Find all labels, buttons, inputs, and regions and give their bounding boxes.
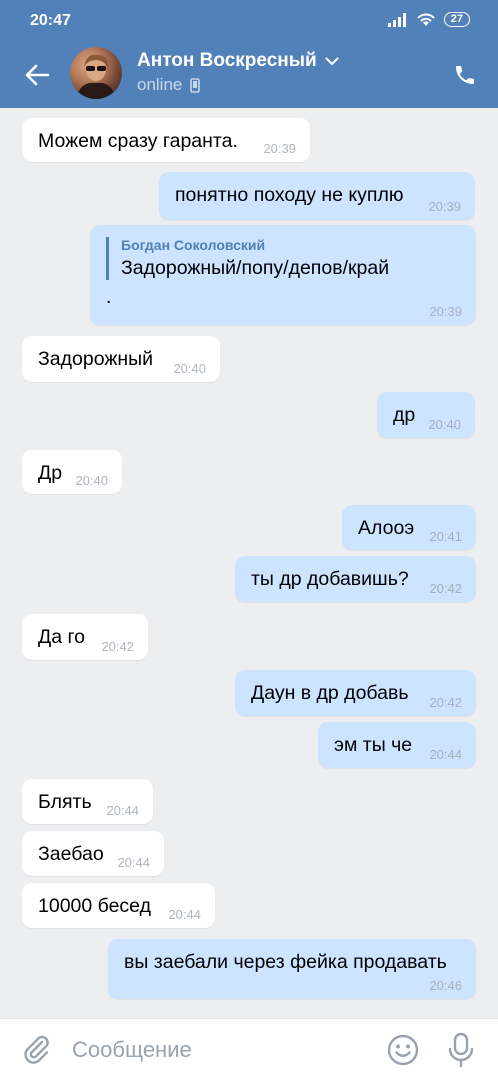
- message-text: Можем сразу гаранта.: [38, 130, 238, 152]
- message-time: 20:40: [75, 473, 108, 488]
- contact-status-text: online: [137, 75, 183, 94]
- message-incoming[interactable]: Заебао 20:44: [22, 831, 164, 876]
- reply-text: Задорожный/попу/депов/край: [121, 257, 390, 279]
- message-time: 20:39: [428, 199, 461, 214]
- message-text: ты др добавишь?: [251, 568, 409, 590]
- message-time: 20:44: [106, 803, 139, 818]
- message-text: др: [393, 404, 416, 426]
- message-incoming[interactable]: Блять 20:44: [22, 779, 153, 824]
- message-outgoing-reply[interactable]: Богдан Соколовский Задорожный/попу/депов…: [90, 225, 476, 325]
- message-time: 20:44: [168, 907, 201, 922]
- message-text: Блять: [38, 791, 92, 813]
- attach-button[interactable]: [20, 1033, 52, 1065]
- message-time: 20:41: [429, 529, 462, 544]
- message-time: 20:40: [428, 417, 461, 432]
- contact-status: online: [137, 75, 201, 95]
- message-text: 10000 бесед: [38, 895, 151, 917]
- microphone-icon: [448, 1032, 474, 1068]
- message-incoming[interactable]: Задорожный 20:40: [22, 336, 220, 382]
- message-time: 20:42: [429, 581, 462, 596]
- message-text: Задорожный: [38, 348, 154, 370]
- status-icons: 27: [387, 12, 470, 27]
- status-bar: 20:47 27: [0, 0, 498, 44]
- message-text: понятно походу не куплю: [175, 184, 404, 206]
- message-time: 20:42: [101, 639, 134, 654]
- contact-name-text: Антон Воскресный: [137, 50, 317, 71]
- message-text: Да го: [38, 626, 85, 648]
- message-outgoing[interactable]: др 20:40: [377, 392, 475, 438]
- emoji-button[interactable]: [386, 1033, 420, 1067]
- message-outgoing[interactable]: Даун в др добавь 20:42: [235, 670, 476, 716]
- message-incoming[interactable]: Др 20:40: [22, 450, 122, 494]
- message-text: вы заебали через фейка продавать: [124, 951, 447, 973]
- avatar[interactable]: [70, 47, 122, 99]
- chat-header: Антон Воскресный online: [0, 44, 498, 108]
- message-outgoing[interactable]: ты др добавишь? 20:42: [235, 556, 476, 602]
- message-time: 20:42: [429, 695, 462, 710]
- back-button[interactable]: [20, 58, 54, 92]
- message-time: 20:46: [429, 978, 462, 993]
- paperclip-icon: [24, 1035, 49, 1064]
- message-text: Заебао: [38, 843, 104, 865]
- message-incoming[interactable]: 10000 бесед 20:44: [22, 883, 215, 928]
- phone-icon: [456, 66, 474, 84]
- composer-bar: [0, 1018, 498, 1080]
- avatar-image: [76, 54, 116, 99]
- signal-icon: [387, 12, 406, 27]
- smile-icon: [387, 1034, 419, 1066]
- contact-name[interactable]: Антон Воскресный: [137, 50, 339, 72]
- message-text: Др: [38, 462, 63, 484]
- status-time: 20:47: [30, 12, 71, 29]
- message-time: 20:44: [117, 855, 150, 870]
- reply-author: Богдан Соколовский: [121, 237, 266, 253]
- message-outgoing[interactable]: вы заебали через фейка продавать 20:46: [108, 939, 476, 999]
- back-arrow-icon: [25, 64, 50, 86]
- message-incoming[interactable]: Можем сразу гаранта. 20:39: [22, 118, 310, 162]
- message-input[interactable]: [72, 1033, 362, 1067]
- message-outgoing[interactable]: понятно походу не куплю 20:39: [159, 172, 475, 220]
- wifi-icon: [417, 13, 435, 26]
- call-button[interactable]: [450, 60, 480, 90]
- voice-message-button[interactable]: [444, 1031, 478, 1069]
- reply-quote[interactable]: Богдан Соколовский Задорожный/попу/депов…: [106, 237, 460, 280]
- message-time: 20:40: [173, 361, 206, 376]
- chevron-down-icon: [325, 57, 339, 65]
- message-text: эм ты че: [334, 734, 413, 756]
- message-time: 20:44: [429, 747, 462, 762]
- message-text: Даун в др добавь: [251, 682, 409, 704]
- message-outgoing[interactable]: Алооэ 20:41: [342, 505, 476, 550]
- message-incoming[interactable]: Да го 20:42: [22, 614, 148, 660]
- message-list[interactable]: Можем сразу гаранта. 20:39 понятно поход…: [0, 108, 498, 1018]
- message-time: 20:39: [263, 141, 296, 156]
- message-text: .: [106, 286, 112, 308]
- mobile-phone-icon: [190, 77, 201, 93]
- message-text: Алооэ: [358, 517, 415, 539]
- message-time: 20:39: [429, 304, 462, 319]
- battery-indicator: 27: [443, 12, 470, 27]
- message-outgoing[interactable]: эм ты че 20:44: [318, 722, 476, 768]
